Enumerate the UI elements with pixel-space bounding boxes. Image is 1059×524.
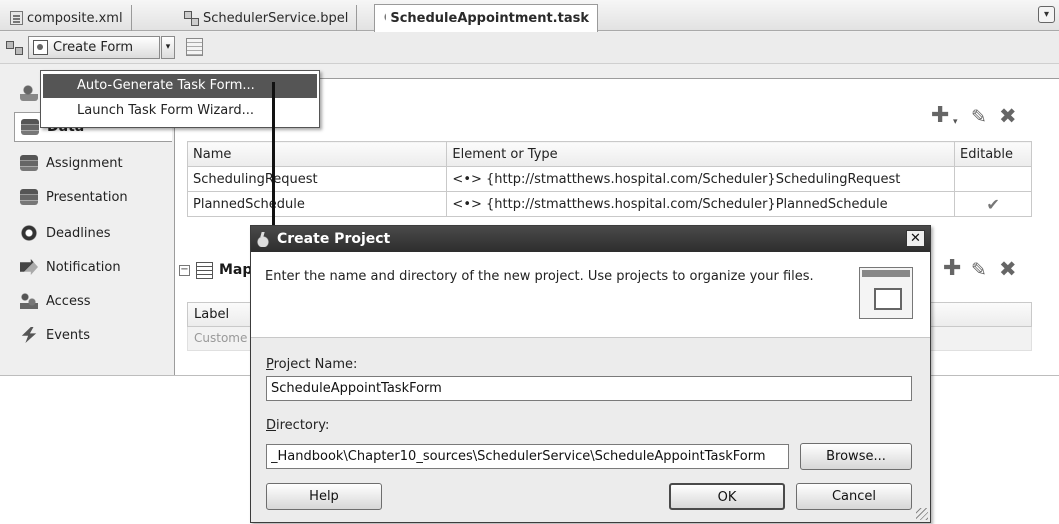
browse-button[interactable]: Browse... xyxy=(800,443,912,470)
tab-list-dropdown-icon[interactable]: ▾ xyxy=(1038,6,1055,23)
dialog-description: Enter the name and directory of the new … xyxy=(265,269,814,284)
xml-file-icon xyxy=(10,11,23,25)
parameter-editable[interactable] xyxy=(954,166,1032,192)
add-dropdown-arrow-icon[interactable]: ▾ xyxy=(953,112,958,132)
collapse-toggle-icon[interactable]: − xyxy=(179,264,190,276)
edit-pencil-icon[interactable]: ✎ xyxy=(971,107,987,127)
column-header-name[interactable]: Name xyxy=(186,141,448,167)
column-header-editable[interactable]: Editable xyxy=(954,141,1032,167)
create-form-dropdown-arrow-icon[interactable]: ▾ xyxy=(161,36,175,59)
java-cup-icon xyxy=(256,231,271,247)
create-form-button[interactable]: Create Form xyxy=(28,36,160,59)
human-task-icon xyxy=(383,10,387,27)
label-text: roject Name: xyxy=(273,357,358,372)
sidebar-item-label: Assignment xyxy=(46,155,123,171)
parameter-type: <•> {http://stmatthews.hospital.com/Sche… xyxy=(446,166,956,192)
data-parameters-table: Name Element or Type Editable Scheduling… xyxy=(186,141,1032,217)
task-toolbar: Create Form ▾ xyxy=(0,32,1059,64)
sidebar-item-assignment[interactable]: Assignment xyxy=(14,148,172,178)
sidebar-item-deadlines[interactable]: Deadlines xyxy=(14,218,172,248)
general-icon xyxy=(20,85,38,101)
deadlines-icon xyxy=(20,225,38,241)
project-name-label: Project Name: xyxy=(266,357,357,372)
tab-label: SchedulerService.bpel xyxy=(203,10,349,26)
dialog-title-bar[interactable]: Create Project xyxy=(251,226,930,252)
callout-arrow-line xyxy=(272,82,275,228)
directory-field[interactable] xyxy=(266,444,789,469)
mapping-section-title: Map xyxy=(219,262,253,278)
dialog-header-panel: Enter the name and directory of the new … xyxy=(251,252,930,338)
sidebar-item-label: Events xyxy=(46,327,91,343)
sidebar-item-label: Access xyxy=(46,293,91,309)
access-icon xyxy=(20,293,38,309)
table-row[interactable]: PlannedSchedule <•> {http://stmatthews.h… xyxy=(186,191,1032,217)
delete-mapping-icon[interactable]: ✖ xyxy=(999,259,1017,280)
edit-mapping-pencil-icon[interactable]: ✎ xyxy=(971,260,987,280)
cancel-button[interactable]: Cancel xyxy=(796,483,912,510)
tab-label: ScheduleAppointment.task xyxy=(390,11,589,26)
tab-schedule-appointment[interactable]: ScheduleAppointment.task xyxy=(374,4,598,32)
sidebar-item-label: Presentation xyxy=(46,189,128,205)
assignment-icon xyxy=(20,155,38,171)
parameter-type: <•> {http://stmatthews.hospital.com/Sche… xyxy=(446,191,956,217)
sidebar-item-label: Deadlines xyxy=(46,225,111,241)
form-icon xyxy=(33,40,48,55)
project-folder-icon xyxy=(859,267,913,319)
editor-tab-bar: composite.xml SchedulerService.bpel Sche… xyxy=(0,0,1059,32)
composite-view-icon[interactable] xyxy=(6,39,24,55)
tab-composite[interactable]: composite.xml xyxy=(2,5,132,31)
label-text: irectory: xyxy=(276,418,330,433)
mnemonic-letter: P xyxy=(266,357,274,372)
add-mapping-icon[interactable]: ✚ xyxy=(943,258,961,280)
parameter-name: PlannedSchedule xyxy=(186,191,448,217)
task-form-icon[interactable] xyxy=(186,38,203,56)
tab-label: composite.xml xyxy=(27,10,123,26)
close-icon[interactable]: ✕ xyxy=(906,230,925,247)
mapping-icon xyxy=(196,261,213,279)
create-form-menu: Auto-Generate Task Form... Launch Task F… xyxy=(40,70,320,128)
mnemonic-letter: D xyxy=(266,418,277,433)
add-parameter-icon[interactable]: ✚ xyxy=(931,105,949,127)
directory-label: Directory: xyxy=(266,418,329,433)
create-project-dialog: Create Project ✕ Enter the name and dire… xyxy=(250,225,931,523)
parameter-editable-checkmark-icon[interactable]: ✔ xyxy=(954,191,1032,217)
delete-icon[interactable]: ✖ xyxy=(999,106,1017,127)
ok-button[interactable]: OK xyxy=(669,483,785,510)
presentation-icon xyxy=(20,189,38,205)
sidebar-item-label: Notification xyxy=(46,259,121,275)
bpel-process-icon xyxy=(183,10,199,26)
sidebar-item-events[interactable]: Events xyxy=(14,320,172,350)
sidebar-item-access[interactable]: Access xyxy=(14,286,172,316)
column-header-type[interactable]: Element or Type xyxy=(446,141,956,167)
sidebar-item-notification[interactable]: Notification xyxy=(14,252,172,282)
data-stack-icon xyxy=(21,119,39,135)
parameter-name: SchedulingRequest xyxy=(186,166,448,192)
tab-scheduler-service[interactable]: SchedulerService.bpel xyxy=(175,5,358,31)
table-row[interactable]: SchedulingRequest <•> {http://stmatthews… xyxy=(186,166,1032,192)
table-header-row: Name Element or Type Editable xyxy=(186,141,1032,167)
notification-icon xyxy=(20,259,38,275)
events-icon xyxy=(21,327,37,343)
sidebar-item-presentation[interactable]: Presentation xyxy=(14,182,172,212)
menu-item-auto-generate[interactable]: Auto-Generate Task Form... xyxy=(43,74,317,98)
dialog-title: Create Project xyxy=(277,231,391,247)
menu-item-launch-wizard[interactable]: Launch Task Form Wizard... xyxy=(43,99,317,123)
help-button[interactable]: Help xyxy=(266,483,382,510)
project-name-field[interactable] xyxy=(266,376,912,401)
resize-grip-icon[interactable] xyxy=(916,508,928,520)
create-form-label: Create Form xyxy=(53,40,134,55)
